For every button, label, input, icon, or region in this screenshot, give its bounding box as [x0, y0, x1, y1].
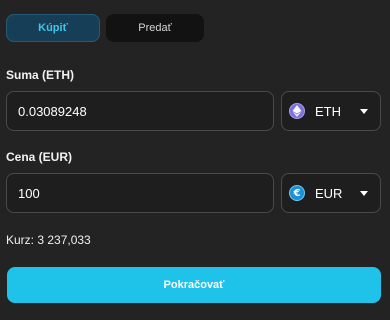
price-label: Cena (EUR) [6, 150, 73, 164]
price-currency-select[interactable]: € EUR [281, 173, 381, 213]
tab-sell[interactable]: Predať [106, 14, 204, 42]
amount-label: Suma (ETH) [6, 68, 75, 82]
price-currency-code: EUR [315, 185, 343, 201]
amount-value: 0.03089248 [18, 103, 87, 119]
tab-buy[interactable]: Kúpiť [6, 14, 100, 42]
exchange-rate: Kurz: 3 237,033 [6, 233, 91, 247]
trade-tabs: Kúpiť Predať [6, 14, 206, 42]
chevron-down-icon [360, 108, 368, 114]
price-value: 100 [18, 185, 40, 201]
continue-button[interactable]: Pokračovať [7, 267, 381, 303]
buy-sell-widget: Kúpiť Predať Suma (ETH) 0.03089248 ETH C… [0, 0, 390, 320]
amount-currency-select[interactable]: ETH [281, 91, 381, 131]
euro-icon: € [289, 185, 305, 201]
amount-currency-code: ETH [315, 103, 341, 119]
ethereum-icon [289, 103, 305, 119]
chevron-down-icon [360, 190, 368, 196]
price-input[interactable]: 100 [6, 173, 274, 213]
amount-input[interactable]: 0.03089248 [6, 91, 274, 131]
